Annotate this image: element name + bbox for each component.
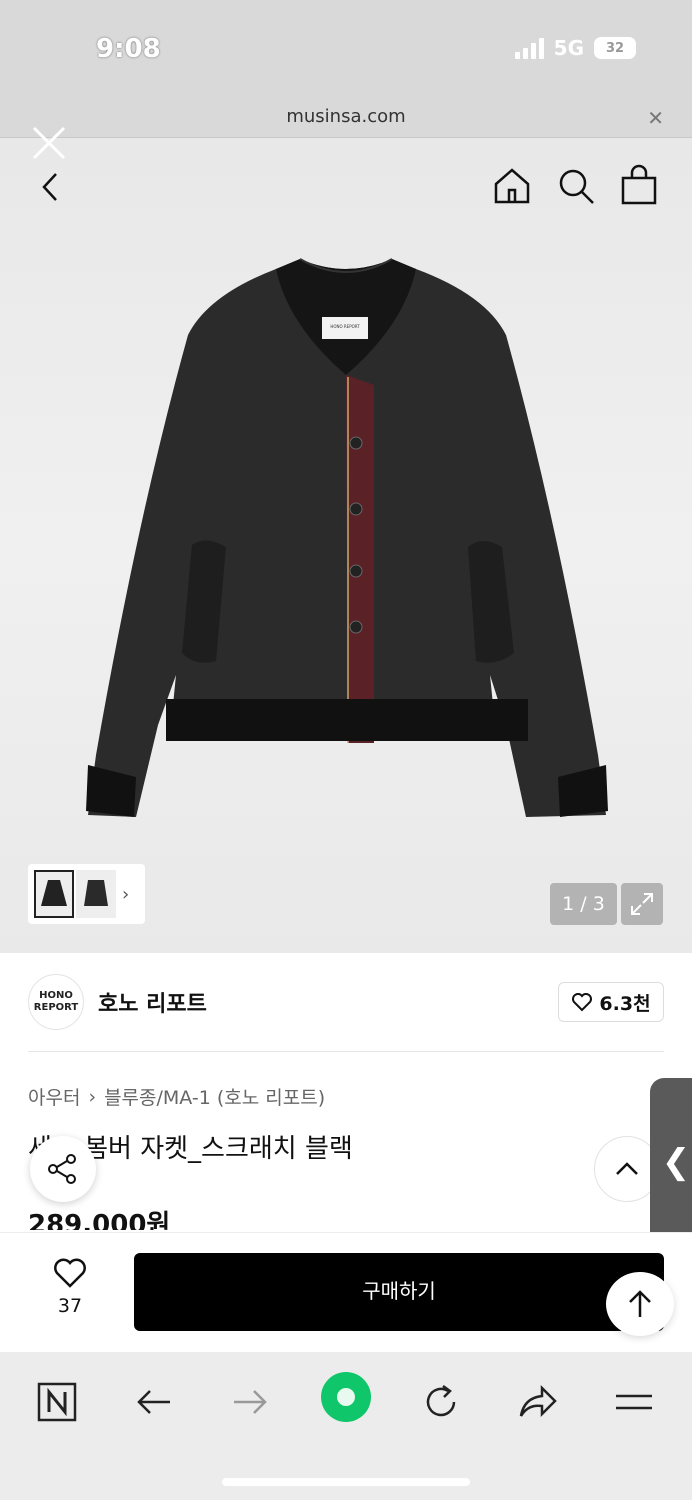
jacket-label: HONO REPORT [330, 324, 360, 329]
home-indicator [222, 1478, 470, 1486]
forward-arrow-icon[interactable] [222, 1374, 278, 1430]
side-tab-chevron-icon: ❮ [661, 1142, 691, 1182]
heart-icon [54, 1258, 86, 1288]
breadcrumb: 아우터 › 블루종/MA-1 (호노 리포트) [28, 1083, 325, 1110]
breadcrumb-separator: › [88, 1085, 97, 1108]
breadcrumb-category[interactable]: 아우터 [28, 1083, 80, 1110]
brand-like-button[interactable]: 6.3천 [558, 982, 664, 1022]
buy-button[interactable]: 구매하기 [134, 1253, 664, 1331]
close-icon[interactable] [30, 124, 68, 162]
home-icon[interactable] [492, 166, 532, 206]
share-icon [48, 1154, 76, 1184]
menu-icon[interactable] [606, 1374, 662, 1430]
thumbnail-image[interactable] [76, 870, 116, 918]
divider [28, 1051, 664, 1052]
thumbnail-next-icon[interactable]: › [122, 884, 129, 905]
share-button[interactable] [30, 1136, 96, 1202]
status-time: 9:08 [96, 34, 161, 64]
page-indicator: 1 / 3 [550, 883, 617, 925]
breadcrumb-subcategory[interactable]: 블루종/MA-1 (호노 리포트) [104, 1083, 325, 1110]
brand-logo-line2: REPORT [33, 1002, 79, 1013]
chevron-up-icon [616, 1162, 638, 1175]
url-bar[interactable]: musinsa.com ✕ [0, 100, 692, 138]
wishlist-count: 37 [57, 1295, 83, 1317]
url-close-icon[interactable]: ✕ [647, 106, 664, 130]
status-indicators: 5G 32 [514, 36, 636, 60]
status-bar: 9:08 5G 32 [0, 0, 692, 100]
arrow-up-icon [629, 1290, 651, 1317]
network-type: 5G [553, 36, 584, 60]
brand-name[interactable]: 호노 리포트 [98, 986, 207, 1018]
battery-icon: 32 [594, 37, 636, 59]
green-dot-icon[interactable] [317, 1368, 375, 1426]
thumbnail-image[interactable] [34, 870, 74, 918]
share-arrow-icon[interactable] [510, 1374, 566, 1430]
back-arrow-icon[interactable] [126, 1374, 182, 1430]
brand-logo[interactable]: HONO REPORT [28, 974, 84, 1030]
thumbnail-strip[interactable]: › [28, 864, 145, 924]
heart-icon [572, 993, 593, 1012]
side-tab[interactable]: ❮ [650, 1078, 692, 1246]
brand-like-count: 6.3천 [599, 992, 651, 1015]
brand-row[interactable]: HONO REPORT 호노 리포트 6.3천 [28, 972, 664, 1032]
naver-home-icon[interactable] [29, 1374, 85, 1430]
refresh-icon[interactable] [413, 1374, 469, 1430]
scroll-top-button[interactable] [606, 1272, 674, 1336]
signal-icon [514, 37, 544, 59]
chevron-left-icon[interactable] [36, 170, 66, 204]
shopping-bag-icon[interactable] [620, 164, 658, 206]
search-icon[interactable] [556, 166, 596, 206]
url-text: musinsa.com [286, 106, 406, 127]
purchase-bar: 37 구매하기 [0, 1232, 692, 1350]
expand-icon[interactable] [621, 883, 663, 925]
wishlist-button[interactable]: 37 [40, 1257, 100, 1317]
brand-logo-line1: HONO [39, 990, 73, 1001]
product-price: 289,000원 [28, 1210, 171, 1230]
product-image: HONO REPORT [86, 258, 608, 817]
